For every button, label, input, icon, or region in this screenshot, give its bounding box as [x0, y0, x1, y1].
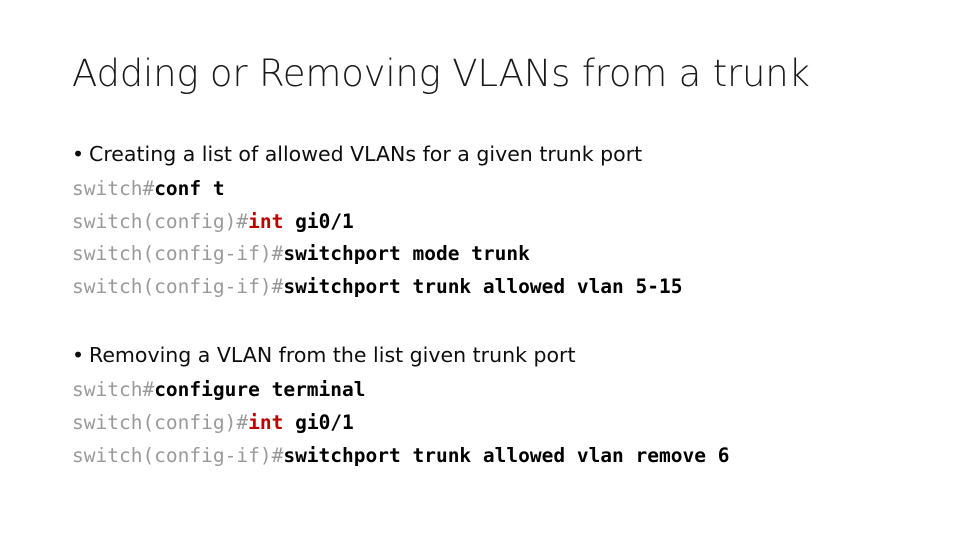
cli-command: switchport trunk allowed vlan 5-15 [283, 274, 683, 298]
code-line: switch(config-if)#switchport mode trunk [72, 238, 912, 271]
cli-prompt: switch(config-if)# [72, 443, 284, 467]
cli-keyword: int [248, 411, 284, 435]
cli-keyword: int [248, 209, 284, 233]
cli-prompt: switch# [72, 177, 155, 201]
code-line: switch#configure terminal [72, 374, 912, 407]
cli-prompt: switch(config-if)# [72, 242, 284, 266]
cli-command: gi0/1 [283, 209, 354, 233]
cli-command: configure terminal [154, 378, 366, 402]
code-block-2: switch#configure terminal switch(config)… [72, 374, 912, 472]
cli-prompt: switch# [72, 378, 155, 402]
cli-command: switchport trunk allowed vlan remove 6 [283, 443, 730, 467]
bullet-point-icon: • [72, 142, 85, 166]
code-line: switch(config-if)#switchport trunk allow… [72, 440, 912, 473]
bullet-item-2: • Removing a VLAN from the list given tru… [72, 341, 912, 370]
cli-prompt: switch(config-if)# [72, 274, 284, 298]
page-title: Adding or Removing VLANs from a trunk [72, 52, 810, 95]
cli-prompt: switch(config)# [72, 411, 249, 435]
bullet-item-1-label: Creating a list of allowed VLANs for a g… [89, 142, 643, 166]
cli-command: switchport mode trunk [283, 242, 530, 266]
cli-command: gi0/1 [283, 411, 354, 435]
code-line: switch#conf t [72, 173, 912, 206]
code-block-1: switch#conf t switch(config)#int gi0/1 s… [72, 173, 912, 303]
cli-command: conf t [154, 177, 225, 201]
code-line: switch(config)#int gi0/1 [72, 407, 912, 440]
content-section-2: • Removing a VLAN from the list given tru… [72, 341, 912, 472]
content-section-1: • Creating a list of allowed VLANs for a … [72, 140, 912, 303]
presentation-slide: Adding or Removing VLANs from a trunk • C… [0, 0, 960, 540]
code-line: switch(config)#int gi0/1 [72, 206, 912, 239]
cli-prompt: switch(config)# [72, 209, 249, 233]
bullet-item-1: • Creating a list of allowed VLANs for a … [72, 140, 912, 169]
bullet-item-2-label: Removing a VLAN from the list given trun… [89, 343, 576, 368]
slide-body: • Creating a list of allowed VLANs for a … [72, 140, 912, 472]
bullet-point-icon: • [72, 343, 85, 368]
code-line: switch(config-if)#switchport trunk allow… [72, 271, 912, 304]
